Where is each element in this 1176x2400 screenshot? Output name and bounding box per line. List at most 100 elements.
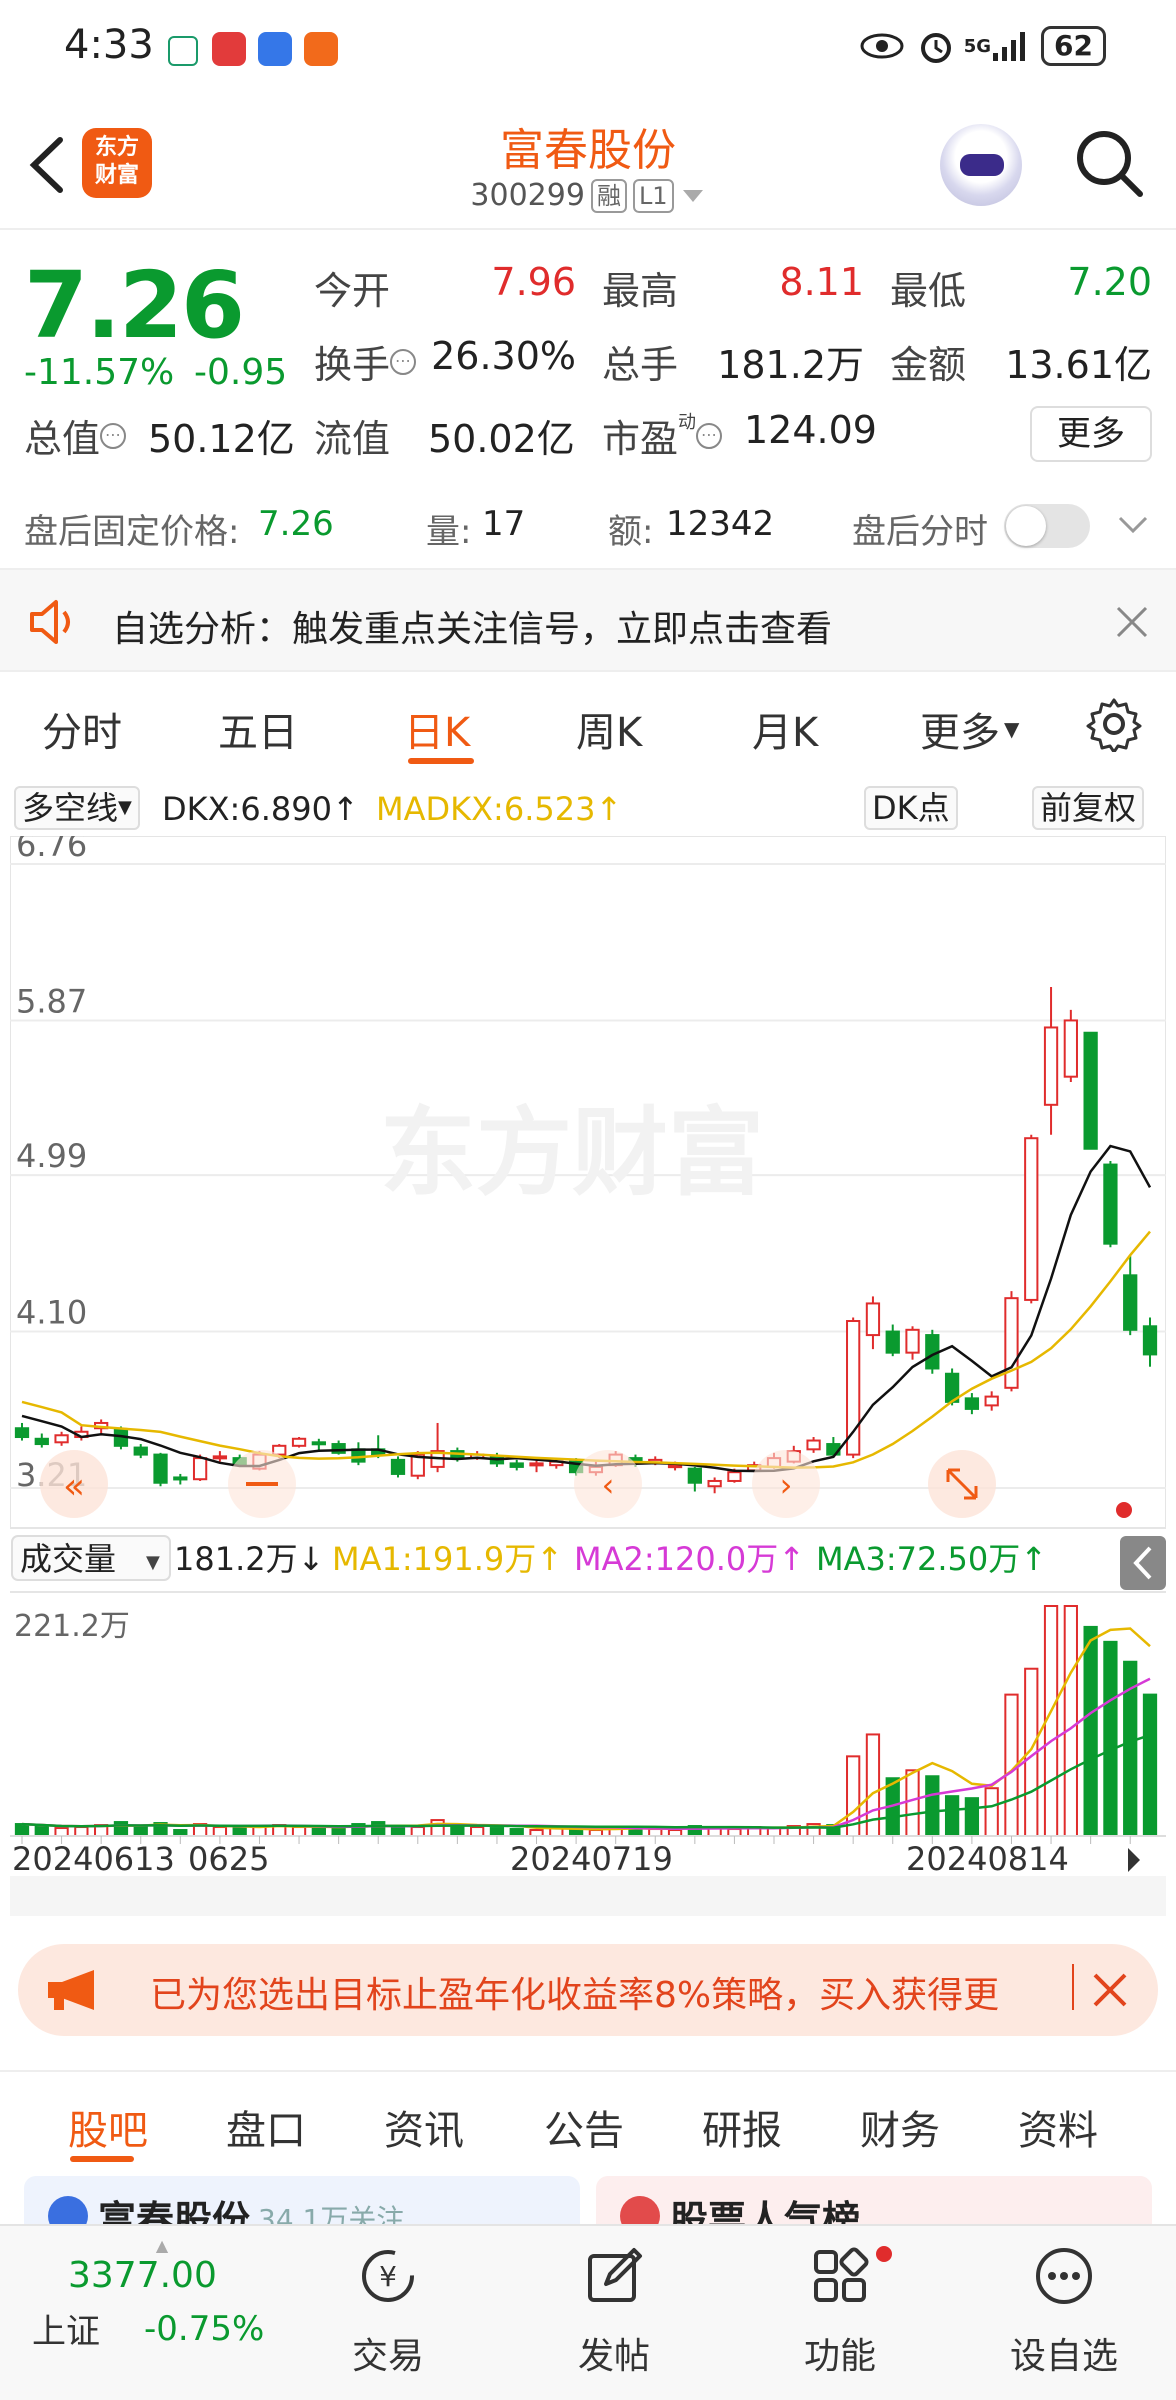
tab-daily-k[interactable]: 日K <box>404 700 470 758</box>
zoom-out-button[interactable] <box>228 1450 296 1518</box>
nav-add-watchlist[interactable]: 设自选 <box>984 2238 1144 2379</box>
tab-research[interactable]: 研报 <box>702 2098 782 2156</box>
tab-weekly-k[interactable]: 周K <box>576 700 642 758</box>
search-icon[interactable] <box>1070 124 1150 204</box>
stock-forum-card[interactable]: 富春股份 34.1万关注 <box>24 2176 580 2226</box>
tab-financials[interactable]: 财务 <box>860 2098 940 2156</box>
candle-body <box>133 1446 148 1456</box>
collapse-side-button[interactable] <box>1120 1536 1166 1590</box>
grid-apps-icon <box>814 2247 869 2302</box>
ah-amount-label: 额: <box>608 512 654 552</box>
volume-bar <box>1142 1693 1158 1838</box>
svg-text:›: › <box>780 1466 793 1504</box>
chevron-down-icon[interactable] <box>1116 510 1150 540</box>
volume-ma-line <box>21 1627 1151 1831</box>
chart-svg[interactable]: 东方财富 6.765.874.994.103.21 « ‹ › 成交量 ▼ 18… <box>10 836 1166 1926</box>
active-tab-indicator <box>408 758 474 764</box>
candle-body <box>984 1395 999 1407</box>
fullscreen-button[interactable] <box>928 1450 996 1518</box>
after-hours-toggle[interactable] <box>1004 504 1090 548</box>
nav-functions[interactable]: 功能 <box>760 2238 920 2379</box>
scroll-left-button[interactable]: « <box>40 1450 108 1518</box>
indicator-selector[interactable]: 多空线 ▼ <box>14 786 140 830</box>
x-tick-label: 0625 <box>188 1840 269 1878</box>
edit-icon <box>588 2248 642 2302</box>
zoom-in-button[interactable]: ‹ <box>574 1450 642 1518</box>
close-icon[interactable] <box>1114 604 1150 640</box>
close-icon[interactable] <box>1090 1970 1130 2010</box>
amount-value: 13.61亿 <box>1005 343 1152 387</box>
assistant-avatar[interactable] <box>940 124 1022 206</box>
promo-banner[interactable]: 已为您选出目标止盈年化收益率8%策略，买入获得更 <box>18 1944 1158 2036</box>
volume-bar <box>331 1828 346 1837</box>
candle-body <box>1043 1026 1059 1106</box>
volume-bar <box>509 1828 524 1837</box>
ah-amount-value: 12342 <box>666 504 775 544</box>
candle-body <box>173 1476 188 1481</box>
amount-label: 金额 <box>890 343 967 387</box>
candle-body <box>885 1330 900 1354</box>
ah-volume-value: 17 <box>482 504 526 544</box>
adjust-button[interactable]: 前复权 <box>1032 786 1145 830</box>
volume-value: 181.2万 <box>717 343 864 387</box>
info-icon: ⋯ <box>696 422 723 449</box>
tab-more[interactable]: 更多 ▼ <box>920 700 1019 758</box>
indicator-row: 多空线 ▼ DKX:6.890↑ MADKX:6.523↑ DK点 前复权 <box>0 784 1176 834</box>
status-right: 5G 62 <box>860 26 1106 66</box>
battery-indicator: 62 <box>1041 26 1106 66</box>
tab-profile[interactable]: 资料 <box>1018 2098 1098 2156</box>
turnover-label-group: 换手 ⋯ <box>314 334 417 389</box>
alarm-icon <box>920 33 951 63</box>
nav-trade[interactable]: ¥ 交易 <box>308 2238 468 2379</box>
candle-body <box>865 1302 881 1337</box>
volume-bar <box>944 1795 960 1837</box>
home-app-icon <box>168 36 198 66</box>
dkx-value: DKX:6.890↑ <box>162 790 359 828</box>
volume-bar <box>232 1827 247 1837</box>
ah-price-value: 7.26 <box>258 504 334 544</box>
volume-bar <box>390 1825 406 1837</box>
volume-bar <box>925 1775 940 1838</box>
scroll-right-button[interactable]: › <box>752 1450 820 1518</box>
volume-ma-line <box>21 1733 1151 1829</box>
x-tick-label: 20240719 <box>510 1840 673 1878</box>
low-label: 最低 <box>890 269 967 313</box>
promo-text: 已为您选出目标止盈年化收益率8%策略，买入获得更 <box>150 1975 1000 2016</box>
tab-five-day[interactable]: 五日 <box>218 700 298 758</box>
svg-text:▼: ▼ <box>146 1552 160 1573</box>
volume-max-label: 221.2万 <box>14 1609 130 1644</box>
tab-intraday[interactable]: 分时 <box>42 700 122 758</box>
tab-announcements[interactable]: 公告 <box>544 2098 624 2156</box>
change-amount: -0.95 <box>194 352 288 393</box>
nav-post[interactable]: 发帖 <box>534 2238 694 2379</box>
candle-body <box>667 1464 683 1469</box>
volume-bar <box>1103 1640 1118 1838</box>
tab-orderbook[interactable]: 盘口 <box>226 2098 306 2156</box>
more-dots-icon <box>1036 2248 1092 2304</box>
next-period-icon[interactable] <box>1128 1848 1140 1872</box>
more-button[interactable]: 更多 <box>1030 406 1152 462</box>
candle-body <box>1024 1137 1039 1301</box>
quote-panel: 7.26 -11.57% -0.95 今开 7.96 最高 8.11 最低 7.… <box>0 232 1176 472</box>
popularity-card[interactable]: 股票人气榜 <box>596 2176 1152 2226</box>
settings-gear-icon[interactable] <box>1086 696 1142 752</box>
y-tick-label: 6.76 <box>16 836 87 864</box>
pe-value: 124.09 <box>744 408 877 452</box>
candle-body <box>1063 1019 1078 1078</box>
mcap-value: 50.12亿 <box>148 417 295 461</box>
tab-forum[interactable]: 股吧 <box>68 2098 148 2156</box>
index-change: -0.75% <box>144 2308 265 2349</box>
high-value: 8.11 <box>779 260 864 304</box>
tab-monthly-k[interactable]: 月K <box>752 700 818 758</box>
dk-point-button[interactable]: DK点 <box>864 786 958 830</box>
candle-body <box>846 1320 861 1456</box>
candle-body <box>806 1439 821 1451</box>
kline-chart[interactable]: 东方财富 6.765.874.994.103.21 « ‹ › 成交量 ▼ 18… <box>10 836 1166 1926</box>
tab-news[interactable]: 资讯 <box>384 2098 464 2156</box>
analysis-banner[interactable]: 自选分析：触发重点关注信号，立即点击查看 <box>0 568 1176 672</box>
svg-text:‹: ‹ <box>602 1466 615 1504</box>
content-tabs: 股吧 盘口 资讯 公告 研报 财务 资料 <box>0 2070 1176 2170</box>
bottom-nav: ▲ 3377.00 上证 -0.75% ¥ 交易 发帖 功能 设自选 <box>0 2224 1176 2400</box>
index-ticker[interactable]: ▲ 3377.00 上证 -0.75% <box>32 2236 292 2353</box>
volume-bar <box>74 1826 89 1837</box>
